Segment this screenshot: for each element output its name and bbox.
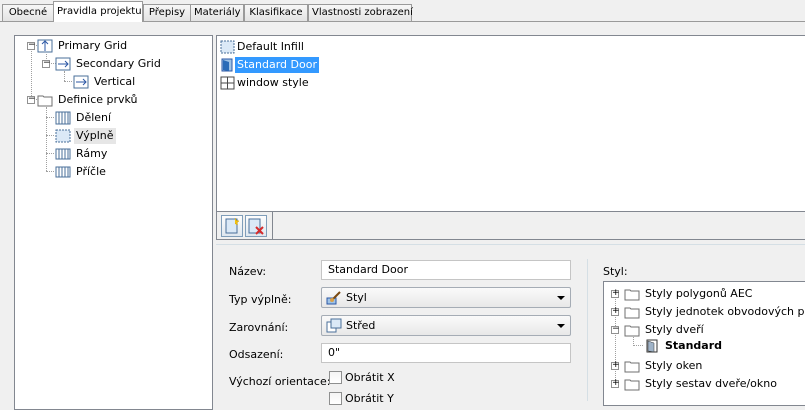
flip-y-label: Obrátit Y xyxy=(345,392,394,405)
default-orientation-label: Výchozí orientace: xyxy=(229,375,331,388)
infill-icon xyxy=(220,40,236,54)
toolbar-divider xyxy=(272,212,273,240)
folder-icon xyxy=(624,287,640,301)
tree-line xyxy=(46,171,54,173)
style-brush-icon xyxy=(326,290,342,305)
new-infill-button[interactable] xyxy=(221,215,243,237)
door-icon xyxy=(644,339,660,353)
collapse-toggle[interactable]: − xyxy=(27,95,36,104)
division-icon xyxy=(55,111,71,125)
new-infill-icon xyxy=(225,217,240,234)
infill-type-label: Typ výplně: xyxy=(229,293,292,306)
style-label: Styl: xyxy=(603,265,628,278)
door-icon xyxy=(220,58,236,72)
expand-toggle[interactable]: + xyxy=(611,289,620,298)
flip-x-checkbox[interactable] xyxy=(329,371,342,384)
collapse-toggle[interactable]: − xyxy=(611,325,620,334)
chevron-down-icon xyxy=(557,324,565,328)
expand-toggle[interactable]: + xyxy=(611,361,620,370)
flip-y-checkbox[interactable] xyxy=(329,392,342,405)
center-align-icon xyxy=(326,318,342,333)
tab-pravidla-projektu[interactable]: Pravidla projektu xyxy=(53,1,143,22)
frame-icon xyxy=(55,147,71,161)
vertical-separator xyxy=(587,259,588,401)
alignment-select[interactable]: Střed xyxy=(321,315,571,336)
collapse-toggle[interactable]: − xyxy=(42,59,51,68)
folder-icon xyxy=(624,377,640,391)
expand-toggle[interactable]: + xyxy=(611,307,620,316)
secondary-grid-icon xyxy=(55,57,71,71)
collapse-toggle[interactable]: − xyxy=(27,41,36,50)
style-tree[interactable]: + + − + + Styly polygonů AEC Styly jedno… xyxy=(603,281,805,406)
tree-line xyxy=(633,345,643,347)
offset-field[interactable]: 0" xyxy=(321,343,571,363)
tab-materialy[interactable]: Materiály xyxy=(190,4,244,21)
flip-x-label: Obrátit X xyxy=(345,371,395,384)
offset-label: Odsazení: xyxy=(229,348,284,361)
expand-toggle[interactable]: + xyxy=(611,379,620,388)
tab-vlastnosti-zobrazeni[interactable]: Vlastnosti zobrazení xyxy=(308,4,413,21)
chevron-down-icon xyxy=(557,296,565,300)
tree-line xyxy=(31,46,33,98)
name-label: Název: xyxy=(229,265,267,278)
name-field[interactable]: Standard Door xyxy=(321,260,571,280)
tab-obecne[interactable]: Obecné xyxy=(2,4,54,21)
infill-list[interactable]: Default Infill Standard Door window styl… xyxy=(216,35,805,212)
alignment-label: Zarovnání: xyxy=(229,321,289,334)
tree-line xyxy=(46,135,54,137)
vertical-grid-icon xyxy=(73,75,89,89)
infill-type-select[interactable]: Styl xyxy=(321,287,571,308)
folder-icon xyxy=(624,359,640,373)
primary-grid-icon xyxy=(37,39,53,53)
tree-line xyxy=(64,81,72,83)
tab-klasifikace[interactable]: Klasifikace xyxy=(244,4,308,21)
folder-icon xyxy=(37,93,53,107)
infill-toolbar xyxy=(216,212,805,240)
delete-infill-button[interactable] xyxy=(245,215,267,237)
tree-line xyxy=(46,153,54,155)
group-separator xyxy=(216,244,805,245)
infill-icon xyxy=(55,129,71,143)
toolbar-bottom-border xyxy=(216,239,805,240)
tab-strip: Obecné Pravidla projektu Přepisy Materiá… xyxy=(0,0,805,22)
delete-infill-icon xyxy=(248,218,264,235)
mullion-icon xyxy=(55,165,71,179)
folder-open-icon xyxy=(624,323,640,337)
element-tree[interactable]: − − − Primary Grid Secondary Grid Vertic… xyxy=(14,35,213,410)
tree-line xyxy=(64,71,66,81)
window-icon xyxy=(220,76,236,90)
tab-prepisy[interactable]: Přepisy xyxy=(143,4,191,21)
tree-line xyxy=(46,117,54,119)
folder-icon xyxy=(624,305,640,319)
